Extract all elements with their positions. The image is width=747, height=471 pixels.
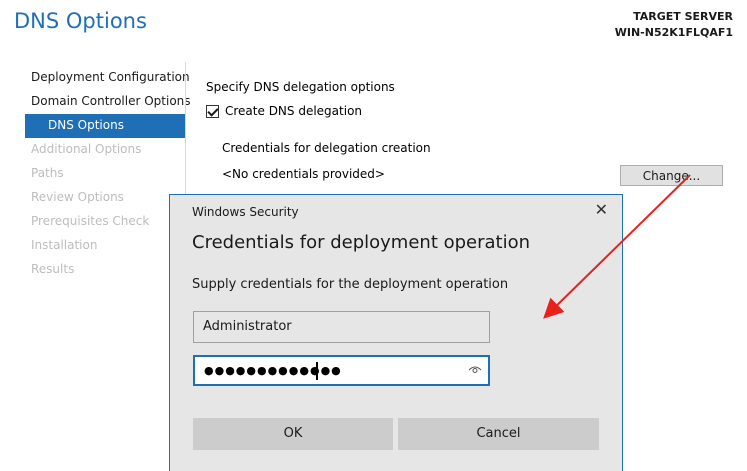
- annotation-arrow: [543, 174, 691, 319]
